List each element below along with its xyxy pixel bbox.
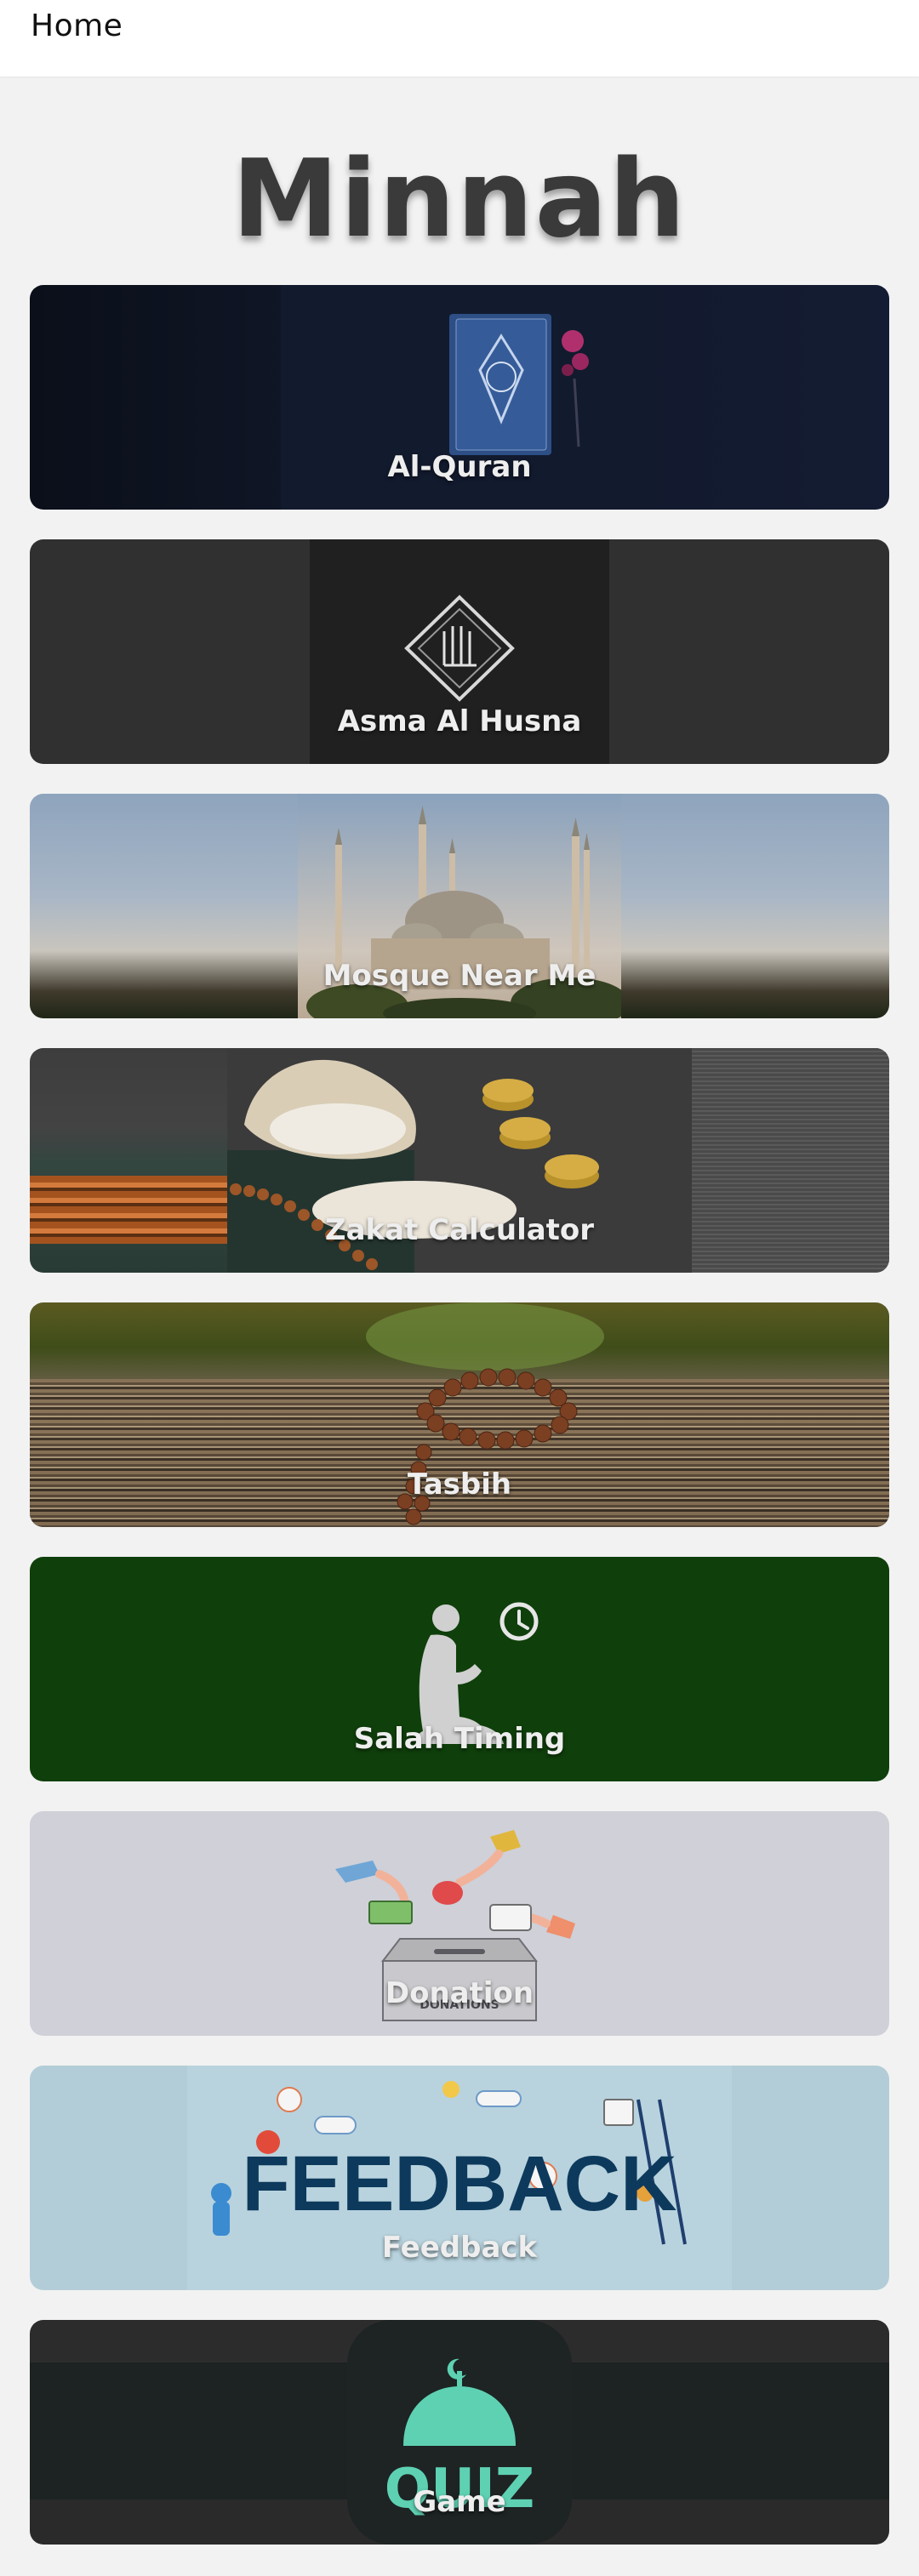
card-tasbih[interactable]: Tasbih xyxy=(30,1302,889,1527)
top-app-bar: Home xyxy=(0,0,919,77)
card-al-quran[interactable]: Al-Quran xyxy=(30,285,889,510)
card-label: Tasbih xyxy=(407,1468,512,1502)
card-label: Asma Al Husna xyxy=(337,704,582,738)
card-label: Feedback xyxy=(381,2231,538,2265)
card-zakat-calculator[interactable]: Zakat Calculator xyxy=(30,1048,889,1273)
card-game[interactable]: QUIZ Game xyxy=(30,2320,889,2545)
feedback-word: FEEDBACK xyxy=(242,2140,676,2227)
card-mosque-near-me[interactable]: Mosque Near Me xyxy=(30,794,889,1018)
card-asma-al-husna[interactable]: Asma Al Husna xyxy=(30,539,889,764)
card-label: Game xyxy=(413,2485,506,2519)
card-label: Salah Timing xyxy=(353,1722,566,1756)
card-label: Mosque Near Me xyxy=(323,959,596,993)
card-label: Al-Quran xyxy=(387,450,532,484)
card-label: Zakat Calculator xyxy=(324,1213,595,1247)
page-title: Home xyxy=(31,9,123,43)
card-donation[interactable]: DONATIONS Donation xyxy=(30,1811,889,2036)
card-feedback[interactable]: FEEDBACK Feedback xyxy=(30,2066,889,2290)
card-salah-timing[interactable]: Salah Timing xyxy=(30,1557,889,1781)
card-label: Donation xyxy=(385,1976,534,2010)
app-title: Minnah xyxy=(231,136,688,261)
